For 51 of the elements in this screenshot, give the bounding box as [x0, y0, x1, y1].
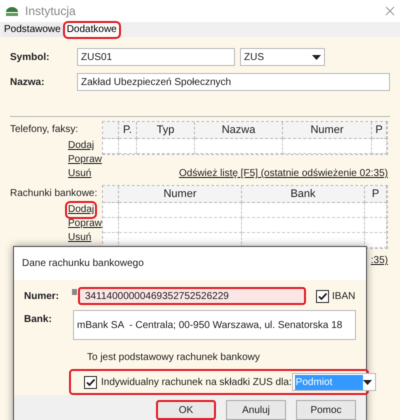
name-field[interactable]: Zakład Ubezpieczeń Społecznych [77, 73, 390, 91]
table-cell [119, 139, 137, 154]
refresh-link[interactable]: Odśwież listę [F5] (ostatnie odświeżenie 02:35) [179, 166, 388, 181]
flag-icon [72, 289, 77, 295]
checkbox[interactable] [84, 376, 97, 388]
column-header[interactable]: P. [123, 122, 132, 138]
type-dropdown[interactable]: ZUS [240, 48, 325, 66]
caret-icon [362, 380, 372, 384]
column-header[interactable]: P [372, 186, 380, 202]
tab[interactable]: Podstawowe [2, 23, 63, 37]
checkbox-label: IBAN [332, 290, 356, 304]
tab[interactable]: Dodatkowe [64, 23, 119, 37]
column-header[interactable]: Typ [156, 122, 174, 138]
action-link[interactable]: Popraw [67, 217, 103, 231]
action-link[interactable]: Usuń [67, 167, 92, 181]
column-header[interactable]: Numer [310, 122, 344, 138]
action-link[interactable]: Dodaj [67, 203, 96, 217]
table-cell [103, 203, 119, 218]
action-link[interactable]: Dodaj [67, 139, 96, 153]
dialog-title: Dane rachunku bankowego [22, 257, 144, 271]
table-cell [365, 203, 387, 218]
dialog-button[interactable]: Pomoc [296, 400, 356, 420]
field-label: Bank: [24, 313, 53, 327]
dialog-button[interactable]: Anuluj [226, 400, 286, 420]
info-text: To jest podstawowy rachunek bankowy [87, 351, 261, 365]
refresh-link[interactable]: :35) [370, 253, 388, 268]
column-header[interactable]: Numer [163, 186, 196, 202]
close-icon[interactable] [385, 6, 395, 16]
table-cell [372, 139, 387, 154]
table-cell [365, 218, 387, 233]
checkbox[interactable] [316, 290, 329, 302]
section-label: Rachunki bankowe: [10, 187, 98, 201]
column-header[interactable]: P [375, 122, 383, 138]
symbol-field[interactable]: ZUS01 [77, 48, 235, 66]
window-title: Instytucja [25, 3, 76, 20]
field-label: Symbol: [10, 50, 50, 64]
action-link[interactable]: Usuń [67, 231, 92, 245]
column-header[interactable]: Nazwa [222, 122, 256, 138]
table-cell [137, 139, 195, 154]
column-header[interactable]: Bank [290, 186, 316, 202]
table-cell [103, 139, 119, 154]
account-number-field[interactable]: 34114000000469352752526229 [78, 287, 306, 305]
app-logo-icon [5, 6, 19, 16]
caret-icon [312, 54, 321, 60]
bank-text-area[interactable]: mBank SA - Centrala; 00-950 Warszawa, ul. Senatorska 18 [73, 310, 356, 340]
field-label: Numer: [24, 290, 60, 304]
action-link[interactable]: Popraw [67, 153, 103, 167]
dialog-button[interactable]: OK [156, 400, 216, 420]
checkbox-label: Indywidualny rachunek na składki ZUS dla: [101, 376, 292, 390]
section-label: Telefony, faksy: [10, 123, 80, 137]
field-label: Nazwa: [10, 76, 46, 90]
